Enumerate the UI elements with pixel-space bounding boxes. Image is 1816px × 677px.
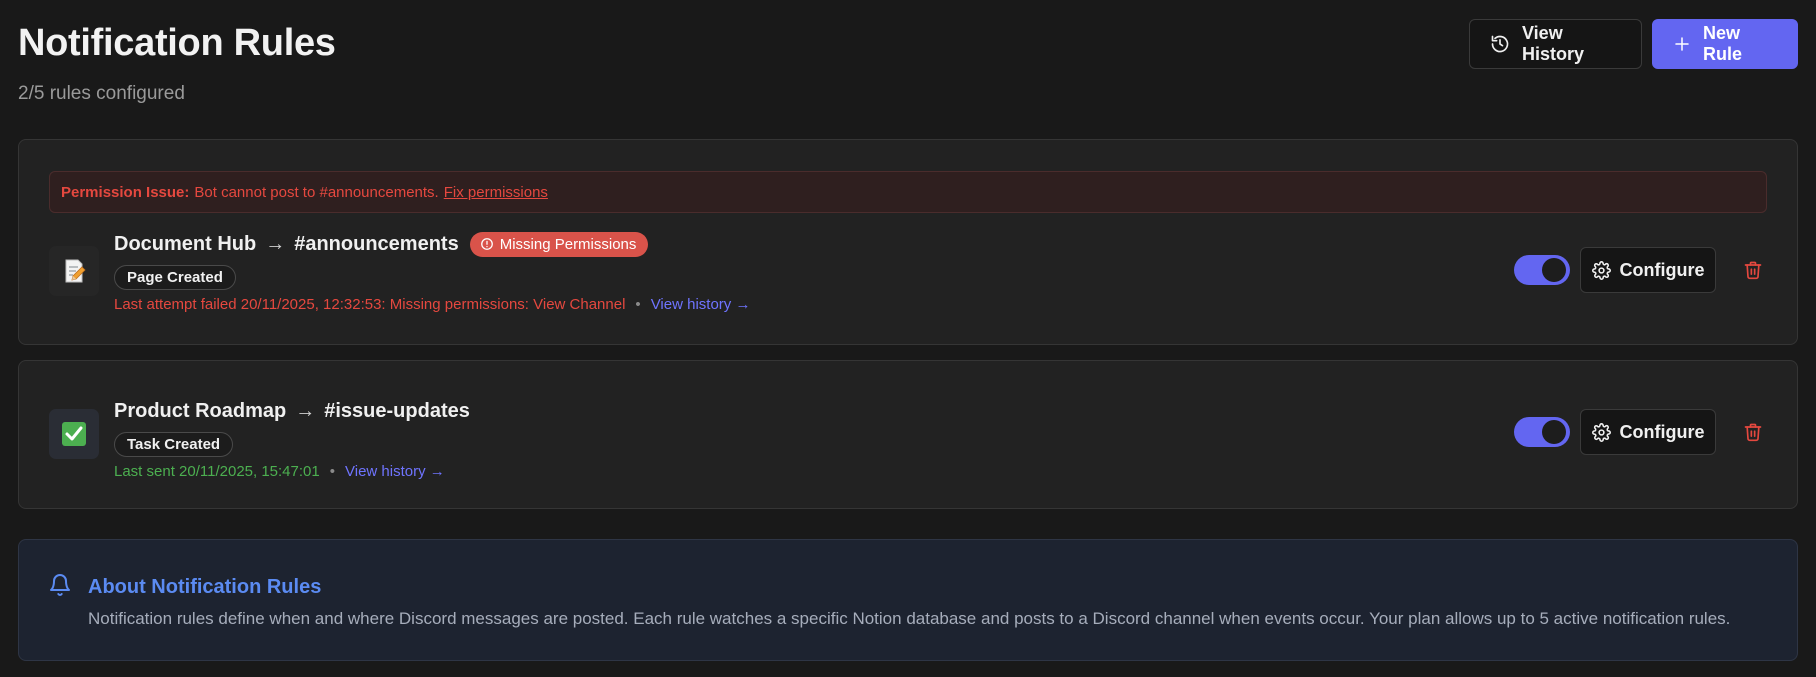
status-line: Last attempt failed 20/11/2025, 12:32:53… [114, 296, 750, 313]
view-history-link[interactable]: View history → [651, 296, 751, 313]
rule-card-document-hub: Permission Issue: Bot cannot post to #an… [18, 139, 1798, 345]
last-sent-status: Last sent 20/11/2025, 15:47:01 [114, 463, 320, 480]
info-text: Notification rules define when and where… [88, 609, 1731, 628]
about-notification-rules-card: About Notification Rules Notification ru… [18, 539, 1798, 661]
arrow-icon: → [265, 232, 286, 255]
status-line: Last sent 20/11/2025, 15:47:01 • View hi… [114, 463, 470, 480]
page-header: Notification Rules 2/5 rules configured … [18, 0, 1798, 139]
rule-card-product-roadmap: Product Roadmap → #issue-updates Task Cr… [18, 360, 1798, 509]
configure-label: Configure [1619, 259, 1705, 280]
configure-button[interactable]: Configure [1580, 247, 1716, 293]
rule-controls: Configure [1514, 409, 1767, 455]
separator: • [329, 463, 335, 480]
delete-rule-button[interactable] [1739, 256, 1767, 284]
trash-icon [1744, 261, 1762, 280]
rule-enabled-toggle[interactable] [1514, 255, 1570, 285]
arrow-icon: → [295, 399, 316, 422]
gear-icon [1591, 260, 1611, 280]
fix-permissions-link[interactable]: Fix permissions [444, 184, 548, 201]
alert-message: Bot cannot post to #announcements. [194, 183, 439, 201]
trash-icon [1744, 423, 1762, 442]
last-attempt-status: Last attempt failed 20/11/2025, 12:32:53… [114, 296, 626, 313]
channel-name: #announcements [294, 232, 459, 255]
notification-rules-page: Notification Rules 2/5 rules configured … [0, 0, 1816, 677]
missing-permissions-badge: Missing Permissions [469, 231, 649, 257]
toggle-knob [1542, 420, 1566, 444]
header-actions: View History New Rule [1469, 19, 1798, 69]
badge-label: Missing Permissions [499, 235, 637, 253]
bell-icon [50, 574, 70, 596]
delete-rule-button[interactable] [1739, 418, 1767, 446]
configure-button[interactable]: Configure [1580, 409, 1716, 455]
page-title: Notification Rules [18, 22, 336, 64]
database-name: Document Hub [114, 232, 257, 255]
memo-icon [49, 246, 99, 296]
trigger-tag: Page Created [114, 265, 236, 290]
rule-title: Document Hub → #announcements Missing Pe… [114, 229, 750, 259]
alert-circle-icon [480, 238, 493, 250]
configure-label: Configure [1619, 421, 1705, 442]
permission-alert: Permission Issue: Bot cannot post to #an… [49, 171, 1767, 213]
info-title: About Notification Rules [88, 576, 322, 598]
rule-details: Product Roadmap → #issue-updates Task Cr… [114, 396, 470, 480]
rules-count: 2/5 rules configured [18, 83, 185, 104]
view-history-button[interactable]: View History [1469, 19, 1642, 69]
check-mark-icon [49, 409, 99, 459]
new-rule-label: New Rule [1703, 23, 1743, 64]
gear-icon [1591, 422, 1611, 442]
toggle-knob [1542, 258, 1566, 282]
alert-title: Permission Issue: [61, 183, 190, 201]
database-name: Product Roadmap [114, 399, 287, 422]
rule-title: Product Roadmap → #issue-updates [114, 396, 470, 426]
rule-enabled-toggle[interactable] [1514, 417, 1570, 447]
history-icon [1491, 35, 1509, 53]
rule-controls: Configure [1514, 247, 1767, 293]
trigger-tag: Task Created [114, 432, 234, 457]
channel-name: #issue-updates [324, 399, 470, 422]
plus-icon [1675, 37, 1689, 51]
view-history-link[interactable]: View history → [345, 463, 445, 480]
rule-details: Document Hub → #announcements Missing Pe… [114, 229, 750, 313]
view-history-label: View History [1522, 23, 1585, 64]
separator: • [635, 296, 641, 313]
new-rule-button[interactable]: New Rule [1652, 19, 1798, 69]
